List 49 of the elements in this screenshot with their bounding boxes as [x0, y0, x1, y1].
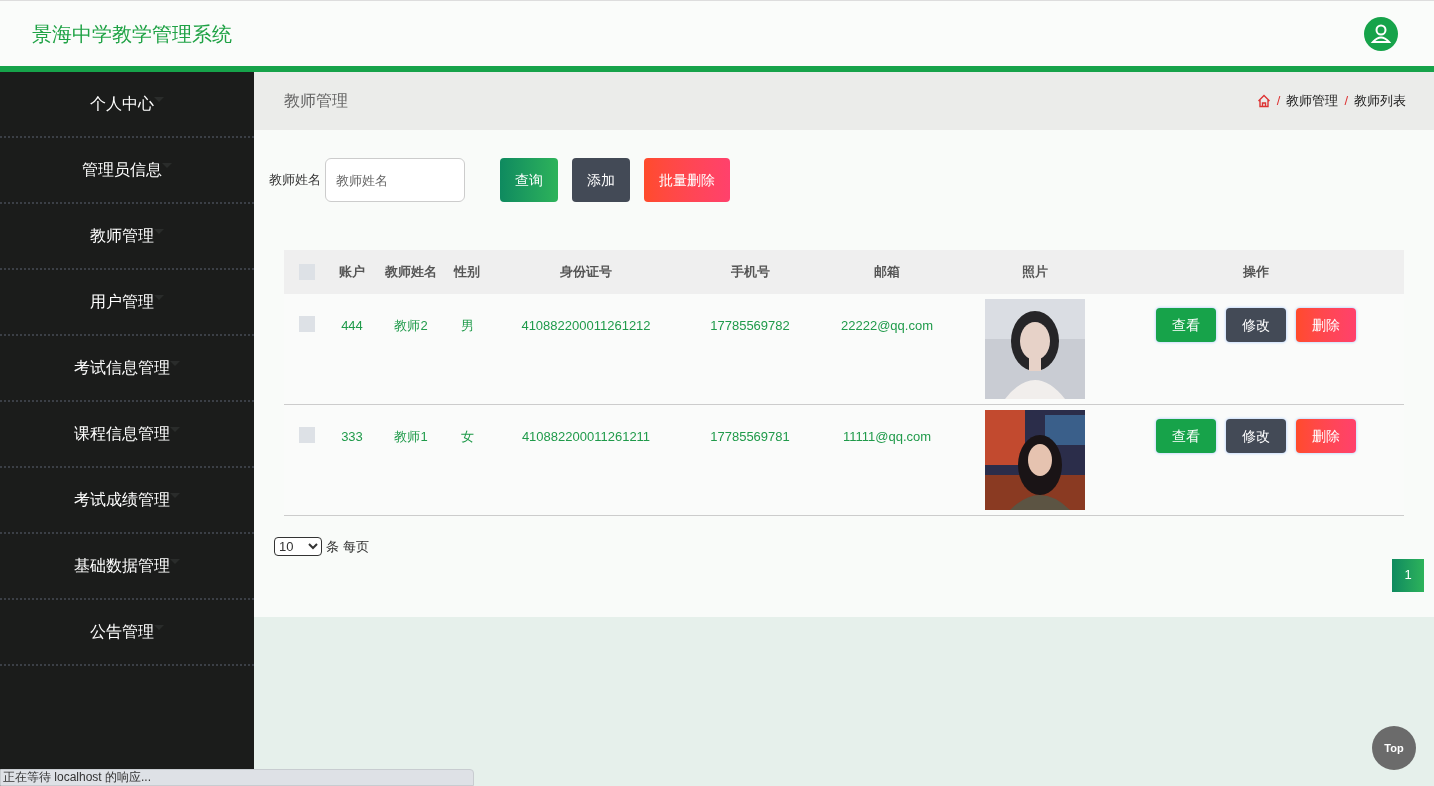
- phone-cell-text: 17785569782: [710, 317, 790, 335]
- gender-cell-text: 男: [460, 317, 474, 335]
- search-field[interactable]: 教师姓名: [325, 158, 465, 202]
- column-header: 手机号: [730, 263, 770, 282]
- column-header: 身份证号: [560, 263, 612, 282]
- page-size-select[interactable]: 10: [274, 537, 322, 557]
- name-cell-text: 教师2: [394, 317, 428, 335]
- sidebar-item[interactable]: 考试成绩管理: [74, 488, 170, 512]
- breadcrumb-separator: /: [1344, 92, 1348, 111]
- id-number-cell-text: 410882200011261212: [521, 317, 651, 335]
- breadcrumb-separator: /: [1276, 92, 1281, 111]
- column-header: 邮箱: [874, 263, 900, 282]
- gender-cell-text: 女: [460, 428, 474, 446]
- column-header: 性别: [454, 263, 480, 282]
- breadcrumb-item[interactable]: 教师列表: [1354, 91, 1406, 111]
- page-title: 教师管理: [284, 91, 348, 111]
- add-button[interactable]: 添加: [572, 158, 630, 202]
- name-cell-text: 教师1: [394, 428, 428, 446]
- sidebar-item[interactable]: 教师管理: [90, 224, 154, 248]
- row-checkbox[interactable]: [299, 316, 315, 332]
- edit-button[interactable]: 修改: [1226, 308, 1286, 342]
- sidebar-item[interactable]: 基础数据管理: [74, 554, 170, 578]
- status-bar: 正在等待 localhost 的响应...: [0, 769, 474, 786]
- edit-button[interactable]: 修改: [1226, 419, 1286, 453]
- column-header: 操作: [1243, 263, 1269, 282]
- back-to-top-button[interactable]: Top: [1372, 726, 1416, 770]
- home-icon[interactable]: [1256, 94, 1271, 108]
- account-cell-text: 444: [341, 317, 363, 335]
- search-label: 教师姓名: [269, 171, 321, 190]
- row-checkbox[interactable]: [299, 427, 315, 443]
- search-button[interactable]: 查询: [500, 158, 558, 202]
- sidebar-item[interactable]: 管理员信息: [82, 158, 162, 182]
- phone-cell-text: 17785569781: [710, 428, 790, 446]
- sidebar-item[interactable]: 考试信息管理: [74, 356, 170, 380]
- sidebar-item[interactable]: 用户管理: [90, 290, 154, 314]
- column-header: 账户: [339, 263, 365, 282]
- email-cell-text: 11111@qq.com: [842, 428, 932, 446]
- page-size-label: 条 每页: [326, 538, 369, 556]
- id-number-cell-text: 410882200011261211: [521, 428, 651, 446]
- sidebar-item[interactable]: 公告管理: [90, 620, 154, 644]
- app-title: 景海中学教学管理系统: [32, 21, 232, 47]
- sidebar-item[interactable]: 个人中心: [90, 92, 154, 116]
- breadcrumb-item[interactable]: 教师管理: [1286, 91, 1339, 111]
- user-icon[interactable]: [1364, 16, 1398, 51]
- column-header: 照片: [1022, 263, 1048, 282]
- email-cell-text: 22222@qq.com: [841, 317, 933, 335]
- sidebar-item[interactable]: 课程信息管理: [74, 422, 170, 446]
- column-header: 教师姓名: [385, 263, 437, 282]
- account-cell-text: 333: [341, 428, 363, 446]
